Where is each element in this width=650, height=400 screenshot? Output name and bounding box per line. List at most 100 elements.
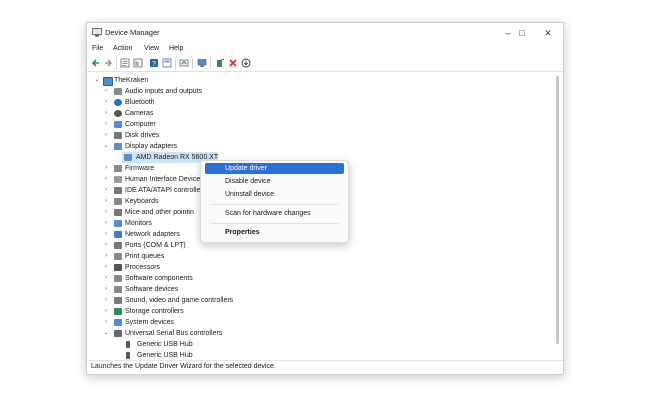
maximize-icon[interactable]: □	[515, 26, 529, 40]
expand-chevron-icon[interactable]: ›	[102, 97, 110, 108]
expand-chevron-icon[interactable]: ›	[102, 317, 110, 328]
tree-item-bluetooth[interactable]: › Bluetooth	[87, 97, 327, 108]
expand-chevron-icon[interactable]: ›	[102, 229, 110, 240]
tree-item-computer[interactable]: › Computer	[87, 119, 327, 130]
expand-chevron-icon[interactable]: ›	[102, 273, 110, 284]
disk-icon	[114, 132, 122, 139]
expand-chevron-icon[interactable]: ›	[102, 262, 110, 273]
usb-icon	[114, 330, 122, 337]
tree-item-usb-hub-2[interactable]: Generic USB Hub	[87, 350, 287, 360]
tree-item-label: Audio inputs and outputs	[125, 88, 203, 95]
expand-chevron-icon[interactable]: ›	[102, 284, 110, 295]
expand-chevron-icon[interactable]: ›	[102, 295, 110, 306]
menu-separator	[211, 204, 339, 205]
tree-item-storage[interactable]: › Storage controllers	[87, 306, 287, 317]
tree-item-processors[interactable]: › Processors	[87, 262, 287, 273]
window-title: Device Manager	[105, 28, 160, 37]
expand-chevron-icon[interactable]: ›	[102, 240, 110, 251]
ide-controller-icon	[114, 187, 122, 194]
resources-icon[interactable]	[162, 58, 172, 68]
menu-item-label: Properties	[225, 229, 260, 236]
close-icon[interactable]: ✕	[541, 26, 555, 40]
toolbar: ?	[87, 56, 563, 72]
tree-item-print-queues[interactable]: › Print queues	[87, 251, 287, 262]
system-device-icon	[114, 319, 122, 326]
expand-chevron-icon[interactable]: ›	[102, 119, 110, 130]
expand-chevron-icon[interactable]: ›	[102, 86, 110, 97]
firmware-icon	[114, 165, 122, 172]
tree-item-label: Ports (COM & LPT)	[125, 242, 186, 249]
tree-item-label: Network adapters	[125, 231, 180, 238]
back-arrow-icon[interactable]	[91, 58, 101, 68]
uninstall-device-menu-item[interactable]: Uninstall device	[205, 189, 344, 200]
menu-item-label: Update driver	[225, 165, 268, 172]
display-adapter-icon	[114, 143, 122, 150]
expand-chevron-icon[interactable]: ›	[102, 196, 110, 207]
collapse-chevron-icon[interactable]: ⌄	[93, 75, 101, 86]
expand-chevron-icon[interactable]: ›	[102, 207, 110, 218]
tree-item-label: Firmware	[125, 165, 155, 172]
usb-icon	[126, 341, 130, 348]
expand-chevron-icon[interactable]: ›	[102, 251, 110, 262]
expand-chevron-icon[interactable]: ›	[102, 108, 110, 119]
forward-arrow-icon[interactable]	[103, 58, 113, 68]
minimize-icon[interactable]: –	[501, 26, 515, 40]
tree-item-label: IDE ATA/ATAPI controlle	[125, 187, 201, 194]
expand-chevron-icon[interactable]: ›	[102, 163, 110, 174]
expand-chevron-icon[interactable]: ›	[102, 218, 110, 229]
update-driver-menu-item[interactable]: Update driver	[205, 163, 344, 174]
tree-item-sound[interactable]: › Sound, video and game controllers	[87, 295, 327, 306]
tree-item-disk-drives[interactable]: › Disk drives	[87, 130, 327, 141]
enable-device-icon[interactable]	[215, 58, 225, 68]
expand-chevron-icon[interactable]: ›	[102, 130, 110, 141]
tree-view-icon[interactable]	[133, 58, 143, 68]
tree-item-label: Monitors	[125, 220, 152, 227]
scan-hardware-menu-item[interactable]: Scan for hardware changes	[205, 208, 344, 219]
menu-file[interactable]: File	[92, 45, 103, 52]
menu-view[interactable]: View	[144, 45, 159, 52]
tree-item-cameras[interactable]: › Cameras	[87, 108, 327, 119]
computer-icon	[103, 77, 113, 86]
tree-item-software-devices[interactable]: › Software devices	[87, 284, 287, 295]
tree-item-software-components[interactable]: › Software components	[87, 273, 287, 284]
properties-menu-item[interactable]: Properties	[205, 227, 344, 238]
update-driver-icon[interactable]	[179, 58, 189, 68]
tree-item-label: Processors	[125, 264, 161, 271]
menu-separator	[211, 223, 339, 224]
tree-item-label: Universal Serial Bus controllers	[125, 330, 223, 337]
tree-item-label: Cameras	[125, 110, 154, 117]
remove-device-icon[interactable]	[228, 58, 238, 68]
tree-item-label: Mice and other pointin	[125, 209, 194, 216]
expand-chevron-icon[interactable]: ›	[102, 185, 110, 196]
collapse-chevron-icon[interactable]: ⌄	[102, 141, 110, 152]
vertical-scrollbar[interactable]	[553, 72, 562, 360]
scrollbar-thumb[interactable]	[556, 76, 559, 344]
monitor-scan-icon[interactable]	[197, 58, 207, 68]
tree-root[interactable]: ⌄ TheKraken	[87, 75, 287, 86]
properties-icon[interactable]	[120, 58, 130, 68]
disable-device-menu-item[interactable]: Disable device	[205, 176, 344, 187]
tree-item-label: Print queues	[125, 253, 165, 260]
tree-root-label: TheKraken	[114, 77, 149, 84]
keyboard-icon	[114, 198, 122, 205]
download-driver-icon[interactable]	[241, 58, 251, 68]
tree-item-usb-hub-1[interactable]: Generic USB Hub	[87, 339, 287, 350]
tree-item-system-devices[interactable]: › System devices	[87, 317, 287, 328]
speaker-icon	[114, 297, 122, 304]
processor-icon	[114, 264, 122, 271]
camera-icon	[114, 110, 122, 117]
tree-item-label: System devices	[125, 319, 175, 326]
tree-item-usb-controllers[interactable]: ⌄ Universal Serial Bus controllers	[87, 328, 327, 339]
expand-chevron-icon[interactable]: ›	[102, 306, 110, 317]
collapse-chevron-icon[interactable]: ⌄	[102, 328, 110, 339]
tree-item-audio[interactable]: › Audio inputs and outputs	[87, 86, 327, 97]
menu-help[interactable]: Help	[169, 45, 183, 52]
tree-item-label: Disk drives	[125, 132, 160, 139]
tree-item-label: Display adapters	[125, 143, 178, 150]
help-icon[interactable]: ?	[149, 58, 159, 68]
expand-chevron-icon[interactable]: ›	[102, 174, 110, 185]
mouse-icon	[114, 209, 122, 216]
tree-item-label: Keyboards	[125, 198, 159, 205]
tree-item-display-adapters[interactable]: ⌄ Display adapters	[87, 141, 327, 152]
menu-action[interactable]: Action	[113, 45, 132, 52]
